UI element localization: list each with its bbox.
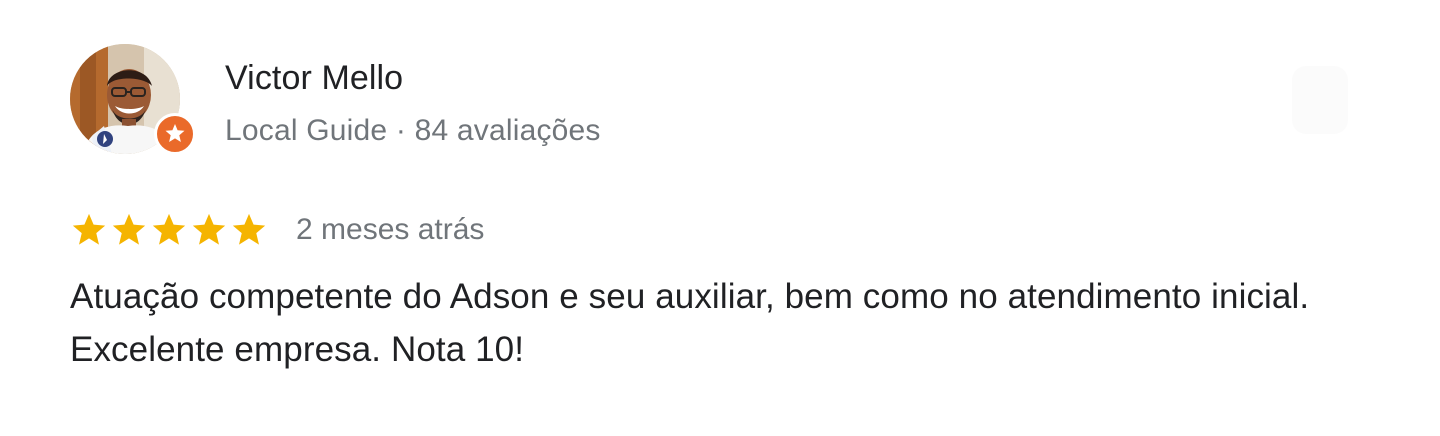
author-name[interactable]: Victor Mello	[225, 58, 601, 98]
star-icon	[72, 213, 106, 245]
more-options-icon[interactable]	[1292, 66, 1348, 134]
avatar-container[interactable]	[70, 44, 196, 158]
author-info: Victor Mello Local Guide · 84 avaliações	[225, 44, 601, 149]
star-icon	[152, 213, 186, 245]
star-rating	[70, 211, 268, 249]
local-guide-star-icon	[154, 113, 196, 155]
review-header: Victor Mello Local Guide · 84 avaliações	[70, 44, 601, 158]
star-icon	[192, 213, 226, 245]
review-text: Atuação competente do Adson e seu auxili…	[70, 277, 1310, 369]
review-time: 2 meses atrás	[296, 213, 485, 246]
review-card: Victor Mello Local Guide · 84 avaliações…	[0, 0, 1440, 436]
star-icon	[232, 213, 266, 245]
star-icon	[112, 213, 146, 245]
rating-row: 2 meses atrás	[70, 210, 484, 250]
author-local-guide-meta: Local Guide · 84 avaliações	[225, 114, 601, 147]
